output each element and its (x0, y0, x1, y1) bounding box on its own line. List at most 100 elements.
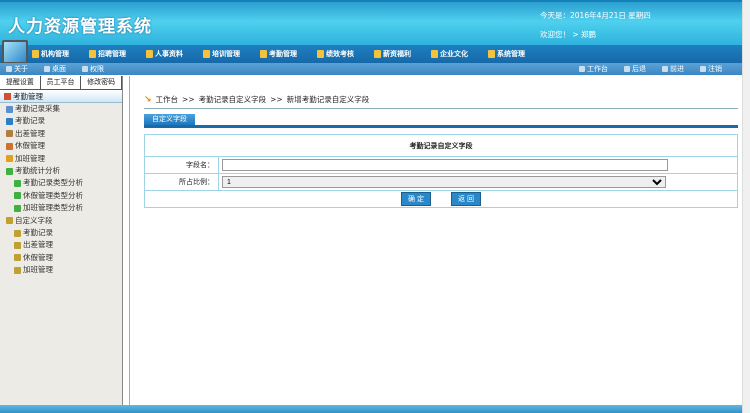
tree-root[interactable]: 考勤管理 (0, 90, 122, 103)
scrollbar[interactable] (742, 0, 750, 413)
toolbar-icon (624, 66, 630, 72)
toolbar-item[interactable]: 关于 (6, 64, 28, 74)
splitter[interactable] (123, 76, 130, 406)
tree-node-icon (14, 266, 21, 274)
toolbar-item[interactable]: 桌面 (44, 64, 66, 74)
menu-item-label: 人事资料 (155, 50, 183, 58)
sidebar-tab[interactable]: 员工平台 (41, 76, 82, 89)
menu-item-label: 机构管理 (41, 50, 69, 58)
menu-item-label: 企业文化 (440, 50, 468, 58)
field-name-label: 字段名： (144, 156, 219, 174)
toolbar-label: 关于 (14, 65, 28, 73)
back-button[interactable]: 返 回 (451, 192, 481, 206)
date-text: 今天是：2016年4月21日 星期四 (540, 11, 651, 20)
divider (144, 125, 738, 128)
breadcrumb-item[interactable]: 新增考勤记录自定义字段 (287, 94, 370, 105)
tree-item-label: 考勤记录 (23, 227, 53, 237)
menu-item[interactable]: 招聘管理 (89, 49, 126, 59)
toolbar-item[interactable]: 工作台 (579, 64, 608, 74)
toolbar-icon (6, 66, 12, 72)
tree-item[interactable]: 考勤记录 (0, 227, 122, 239)
tree-node-icon (14, 229, 21, 237)
menu-icon (374, 50, 381, 58)
menu-item[interactable]: 绩效考核 (317, 49, 354, 59)
menu-item[interactable]: 企业文化 (431, 49, 468, 59)
menu-item[interactable]: 薪资福利 (374, 49, 411, 59)
monitor-icon (2, 40, 28, 64)
breadcrumb-item[interactable]: 工作台 (156, 94, 179, 105)
tree-root-label: 考勤管理 (13, 91, 43, 101)
menu-item-label: 系统管理 (497, 50, 525, 58)
menu-icon (488, 50, 495, 58)
menu-item[interactable]: 系统管理 (488, 49, 525, 59)
menu-icon (317, 50, 324, 58)
tree-node-icon (14, 180, 21, 188)
toolbar-label: 后退 (632, 65, 646, 73)
toolbar: 关于 桌面 权限 工作台 后退 前进 注销 (0, 63, 742, 75)
tree-node-icon (6, 167, 13, 175)
toolbar-icon (82, 66, 88, 72)
breadcrumb: ↘ 工作台 >> 考勤记录自定义字段 >> 新增考勤记录自定义字段 (144, 94, 369, 105)
content: ↘ 工作台 >> 考勤记录自定义字段 >> 新增考勤记录自定义字段 自定义字段 考勤记录自… (130, 76, 742, 406)
tree-item-label: 加班管理 (15, 153, 45, 163)
tree-item[interactable]: 考勤记录类型分析 (0, 177, 122, 189)
tree-node-icon (14, 204, 21, 212)
tree-item[interactable]: 考勤统计分析 (0, 165, 122, 177)
toolbar-icon (662, 66, 668, 72)
field-name-input[interactable] (222, 159, 668, 171)
divider (144, 108, 738, 109)
sidebar-tab[interactable]: 提醒设置 (0, 76, 41, 89)
tree-item[interactable]: 自定义字段 (0, 215, 122, 227)
tree-item-label: 考勤记录类型分析 (23, 178, 83, 188)
ok-button[interactable]: 确 定 (401, 192, 431, 206)
toolbar-label: 桌面 (52, 65, 66, 73)
tree-item-label: 休假管理 (23, 252, 53, 262)
menu-item-label: 考勤管理 (269, 50, 297, 58)
tree-item[interactable]: 休假管理类型分析 (0, 190, 122, 202)
tree-item[interactable]: 出差管理 (0, 128, 122, 140)
toolbar-icon (579, 66, 585, 72)
menu-item[interactable]: 机构管理 (32, 49, 69, 59)
menu-item[interactable]: 考勤管理 (260, 49, 297, 59)
menu-item[interactable]: 人事资料 (146, 49, 183, 59)
tree-item-label: 休假管理 (15, 141, 45, 151)
tree-item[interactable]: 考勤记录 (0, 115, 122, 127)
form-title: 考勤记录自定义字段 (144, 134, 738, 157)
toolbar-item[interactable]: 后退 (624, 64, 646, 74)
toolbar-item[interactable]: 注销 (700, 64, 722, 74)
menu-item-label: 培训管理 (212, 50, 240, 58)
tree-item-label: 休假管理类型分析 (23, 190, 83, 200)
header: 人力资源管理系统 今天是：2016年4月21日 星期四 欢迎您！ > 郑鹏 (0, 0, 742, 45)
tree-item[interactable]: 休假管理 (0, 252, 122, 264)
sidebar: 提醒设置 员工平台 修改密码 考勤管理 考勤记录采集 考勤记录 出差管理 休假管理 加班管理… (0, 76, 123, 406)
custom-field-form: 考勤记录自定义字段 字段名： 所占比例： 1 确 定 返 回 (144, 134, 738, 208)
toolbar-label: 前进 (670, 65, 684, 73)
breadcrumb-item: >> (270, 95, 283, 104)
toolbar-item[interactable]: 权限 (82, 64, 104, 74)
tree-item[interactable]: 加班管理 (0, 153, 122, 165)
tree-item[interactable]: 加班管理 (0, 264, 122, 276)
tree-node-icon (14, 192, 21, 200)
menu-item-label: 绩效考核 (326, 50, 354, 58)
app-title: 人力资源管理系统 (8, 17, 152, 37)
tree-item[interactable]: 考勤记录采集 (0, 103, 122, 115)
tree-item[interactable]: 出差管理 (0, 239, 122, 251)
breadcrumb-item[interactable]: 考勤记录自定义字段 (199, 94, 267, 105)
tree-node-icon (6, 142, 13, 150)
tree-item-label: 加班管理 (23, 265, 53, 275)
sidebar-tab[interactable]: 修改密码 (81, 76, 123, 89)
toolbar-label: 工作台 (587, 65, 608, 73)
arrow-icon: ↘ (144, 94, 152, 105)
toolbar-item[interactable]: 前进 (662, 64, 684, 74)
tree-item[interactable]: 加班管理类型分析 (0, 202, 122, 214)
tree-item-label: 出差管理 (15, 128, 45, 138)
ratio-select[interactable]: 1 (222, 176, 666, 188)
menu-item[interactable]: 培训管理 (203, 49, 240, 59)
menu-item-label: 招聘管理 (98, 50, 126, 58)
tab-custom-field[interactable]: 自定义字段 (144, 114, 195, 125)
tree: 考勤记录采集 考勤记录 出差管理 休假管理 加班管理 考勤统计分析 考勤记录类型分析 休假管理… (0, 103, 122, 276)
tree-item[interactable]: 休假管理 (0, 140, 122, 152)
menu-icon (260, 50, 267, 58)
toolbar-icon (700, 66, 706, 72)
menu-icon (146, 50, 153, 58)
